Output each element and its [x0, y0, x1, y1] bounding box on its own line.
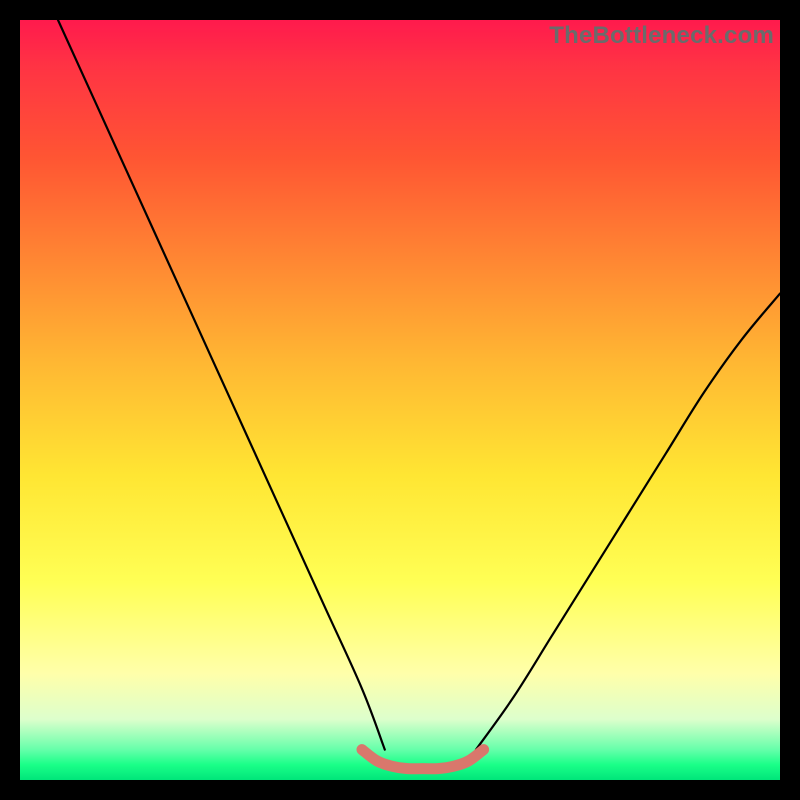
chart-frame: TheBottleneck.com	[0, 0, 800, 800]
right-branch-path	[476, 294, 780, 750]
bottom-marker-path	[362, 750, 484, 769]
curve-layer	[20, 20, 780, 780]
left-branch-path	[58, 20, 385, 750]
plot-area: TheBottleneck.com	[20, 20, 780, 780]
